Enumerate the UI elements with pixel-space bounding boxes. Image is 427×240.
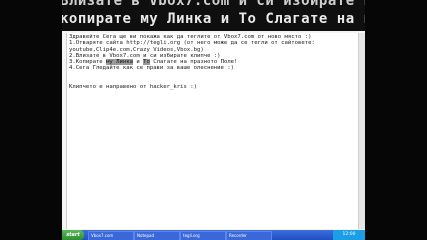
- notepad-text: Здравейте Сега ще ви покажа как да тегли…: [69, 34, 355, 91]
- text-line-6: 4.Сега Гледайте как се прави за ваше оле…: [69, 65, 235, 72]
- text-footer: Клипчето е направено от hacker_kris :): [69, 84, 197, 91]
- text-line-1: Здравейте Сега ще ви покажа как да тегли…: [69, 34, 312, 40]
- caption-overlay: Влизате в Vbox7.com и си избирате клипче…: [62, 0, 365, 31]
- start-button[interactable]: start: [62, 230, 84, 240]
- text-line-5-pre: 3.Копирате: [69, 59, 107, 66]
- letterbox-right: [365, 0, 427, 240]
- desktop-screen: Влизате в Vbox7.com и си избирате клипче…: [62, 0, 365, 240]
- caption-line-2: копирате му Линка и То Слагате на празно: [62, 11, 365, 27]
- text-line-4: 2.Влизате в Vbox7.com и си избирате клип…: [69, 52, 221, 59]
- text-line-2: 1.Отваряте сайта http://tegli.org (от не…: [69, 40, 315, 47]
- taskbar-item-3[interactable]: tegli.org: [180, 231, 226, 240]
- taskbar-item-1[interactable]: Vbox7.com: [88, 231, 134, 240]
- text-selection-to: То: [143, 59, 150, 66]
- system-tray-clock: 12:00: [333, 230, 365, 240]
- text-line-3: youtube,Clip4e.com,Crazy Videos,Vbox.bg): [69, 46, 204, 53]
- notepad-text-area[interactable]: Здравейте Сега ще ви покажа как да тегли…: [66, 33, 365, 229]
- text-line-5-mid: и: [133, 59, 144, 66]
- taskbar: start Vbox7.com Notepad tegli.org Record…: [62, 230, 365, 240]
- taskbar-item-2[interactable]: Notepad: [134, 231, 180, 240]
- taskbar-item-4[interactable]: Recorder: [226, 231, 272, 240]
- vertical-scrollbar[interactable]: [358, 33, 365, 229]
- letterbox-left: [0, 0, 62, 240]
- text-selection-link: му Линка: [106, 59, 133, 66]
- text-line-5-post: Слагате на празното Поле!: [149, 59, 238, 66]
- caption-line-1: Влизате в Vbox7.com и си избирате клипче: [62, 0, 365, 9]
